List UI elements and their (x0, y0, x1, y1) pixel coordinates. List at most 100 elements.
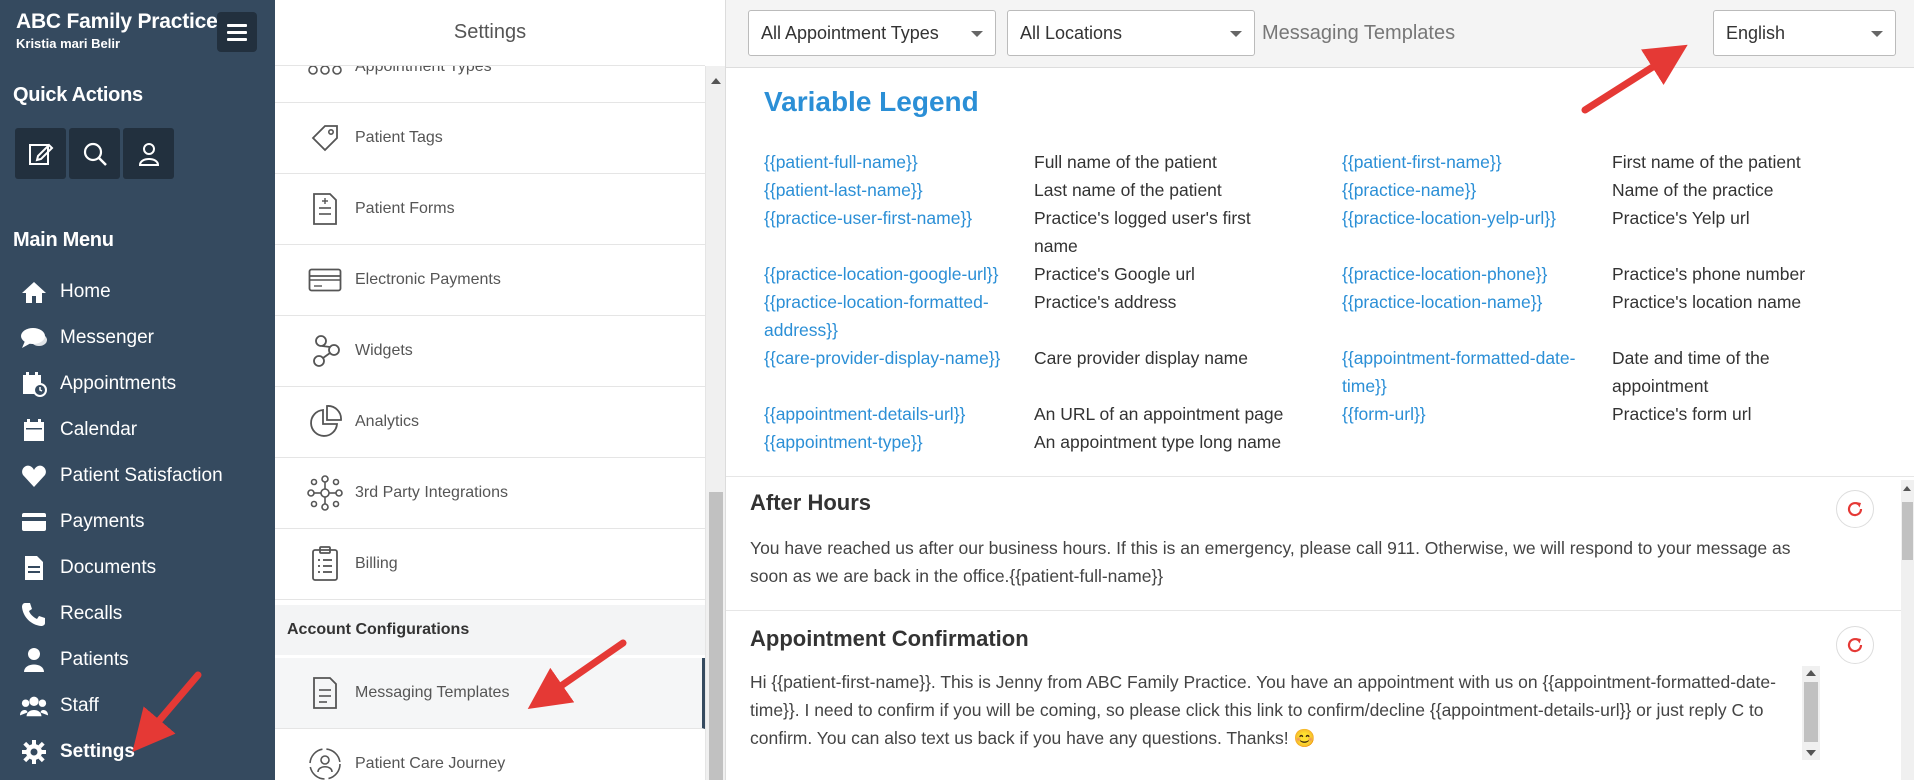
legend-variable: {{practice-location-phone}} (1342, 264, 1548, 284)
language-value: English (1726, 23, 1786, 43)
settings-item-label: Patient Forms (355, 200, 455, 217)
menu-item-staff[interactable]: Staff (0, 683, 275, 729)
calendar-icon (20, 416, 48, 444)
add-patient-button[interactable] (123, 128, 174, 179)
menu-item-label: Recalls (60, 603, 123, 624)
location-select[interactable]: All Locations (1007, 10, 1255, 56)
section-divider (726, 610, 1914, 611)
settings-panel: Settings Appointment Types Patient Tags … (275, 0, 725, 780)
legend-description: Last name of the patient (1034, 180, 1222, 200)
template-body[interactable]: You have reached us after our business h… (750, 534, 1800, 590)
chat-icon (20, 324, 48, 352)
hamburger-menu-icon[interactable] (217, 12, 257, 52)
settings-item-label: Appointment Types (355, 66, 492, 75)
user-icon (138, 142, 159, 166)
menu-item-documents[interactable]: Documents (0, 545, 275, 591)
settings-item-label: Electronic Payments (355, 271, 501, 288)
menu-item-home[interactable]: Home (0, 269, 275, 315)
settings-item-label: Widgets (355, 342, 413, 359)
account-configurations-header: Account Configurations (275, 605, 705, 655)
menu-item-appointments[interactable]: Appointments (0, 361, 275, 407)
messaging-templates-content: Variable Legend {{patient-full-name}} Fu… (726, 68, 1914, 780)
main-sidebar: ABC Family Practice Kristia mari Belir Q… (0, 0, 275, 780)
settings-item-label: 3rd Party Integrations (355, 484, 508, 501)
refresh-icon (1847, 501, 1863, 517)
menu-item-label: Appointments (60, 373, 177, 394)
location-value: All Locations (1020, 23, 1123, 43)
gear-icon (20, 738, 48, 766)
settings-item-electronic-payments[interactable]: Electronic Payments (275, 245, 705, 316)
menu-item-payments[interactable]: Payments (0, 499, 275, 545)
legend-description: Practice's Yelp url (1612, 208, 1750, 228)
document-icon (20, 554, 48, 582)
reset-template-button[interactable] (1836, 490, 1874, 528)
page-title: Messaging Templates (1262, 22, 1456, 44)
chevron-down-icon (1230, 31, 1242, 37)
menu-item-messenger[interactable]: Messenger (0, 315, 275, 361)
legend-variable: {{practice-user-first-name}} (764, 208, 973, 228)
menu-item-label: Settings (60, 741, 135, 762)
template-title: Appointment Confirmation (750, 626, 1029, 651)
widgets-icon (307, 333, 343, 369)
legend-variable: {{practice-location-google-url}} (764, 264, 999, 284)
variable-legend-title: Variable Legend (764, 86, 979, 117)
menu-item-patients[interactable]: Patients (0, 637, 275, 683)
menu-item-label: Patient Satisfaction (60, 465, 223, 486)
brand: ABC Family Practice Kristia mari Belir (16, 10, 218, 51)
card-icon (307, 262, 343, 298)
settings-item-billing[interactable]: Billing (275, 529, 705, 600)
reset-template-button[interactable] (1836, 626, 1874, 664)
legend-variable: {{form-url}} (1342, 404, 1426, 424)
settings-item-patient-tags[interactable]: Patient Tags (275, 103, 705, 174)
settings-item-label: Messaging Templates (355, 684, 510, 701)
settings-item-messaging-templates[interactable]: Messaging Templates (275, 658, 705, 729)
filter-bar: All Appointment Types All Locations Mess… (726, 0, 1914, 68)
menu-item-label: Staff (60, 695, 99, 716)
home-icon (20, 278, 48, 306)
language-select[interactable]: English (1713, 10, 1896, 56)
menu-item-recalls[interactable]: Recalls (0, 591, 275, 637)
settings-item-integrations[interactable]: 3rd Party Integrations (275, 458, 705, 529)
menu-item-calendar[interactable]: Calendar (0, 407, 275, 453)
practice-name: ABC Family Practice (16, 10, 218, 33)
search-button[interactable] (69, 128, 120, 179)
menu-item-label: Messenger (60, 327, 154, 348)
settings-item-label: Patient Tags (355, 129, 443, 146)
main-menu-title: Main Menu (13, 229, 114, 251)
settings-item-patient-forms[interactable]: Patient Forms (275, 174, 705, 245)
legend-description: An appointment type long name (1034, 432, 1282, 452)
template-body-scrollbar[interactable] (1802, 666, 1820, 760)
form-icon (307, 191, 343, 227)
quick-actions (15, 128, 174, 179)
template-body[interactable]: Hi {{patient-first-name}}. This is Jenny… (750, 668, 1800, 752)
legend-description: Practice's phone number (1612, 264, 1806, 284)
legend-variable: {{appointment-type}} (764, 432, 923, 452)
menu-item-settings[interactable]: Settings (0, 729, 275, 775)
chevron-down-icon (1871, 31, 1883, 37)
legend-description: Date and time of the appointment (1612, 348, 1770, 396)
settings-item-appointment-types[interactable]: Appointment Types (275, 66, 705, 103)
legend-description: Practice's address (1034, 292, 1177, 312)
compose-button[interactable] (15, 128, 66, 179)
legend-variable: {{patient-first-name}} (1342, 152, 1502, 172)
menu-item-label: Payments (60, 511, 145, 532)
appointment-type-select[interactable]: All Appointment Types (748, 10, 996, 56)
phone-icon (20, 600, 48, 628)
user-icon (20, 646, 48, 674)
legend-variable: {{care-provider-display-name}} (764, 348, 1001, 368)
settings-item-label: Patient Care Journey (355, 755, 506, 772)
section-divider (726, 476, 1914, 477)
settings-scrollbar[interactable] (705, 66, 725, 780)
template-icon (307, 675, 343, 711)
menu-item-patient-satisfaction[interactable]: Patient Satisfaction (0, 453, 275, 499)
settings-item-patient-care-journey[interactable]: Patient Care Journey (275, 729, 705, 780)
user-name: Kristia mari Belir (16, 36, 121, 51)
main-scrollbar[interactable] (1901, 480, 1914, 780)
legend-variable: {{appointment-details-url}} (764, 404, 966, 424)
settings-list: Appointment Types Patient Tags Patient F… (275, 66, 705, 780)
settings-item-analytics[interactable]: Analytics (275, 387, 705, 458)
legend-variable: {{practice-name}} (1342, 180, 1477, 200)
users-icon (20, 692, 48, 720)
settings-item-widgets[interactable]: Widgets (275, 316, 705, 387)
legend-description: First name of the patient (1612, 152, 1801, 172)
